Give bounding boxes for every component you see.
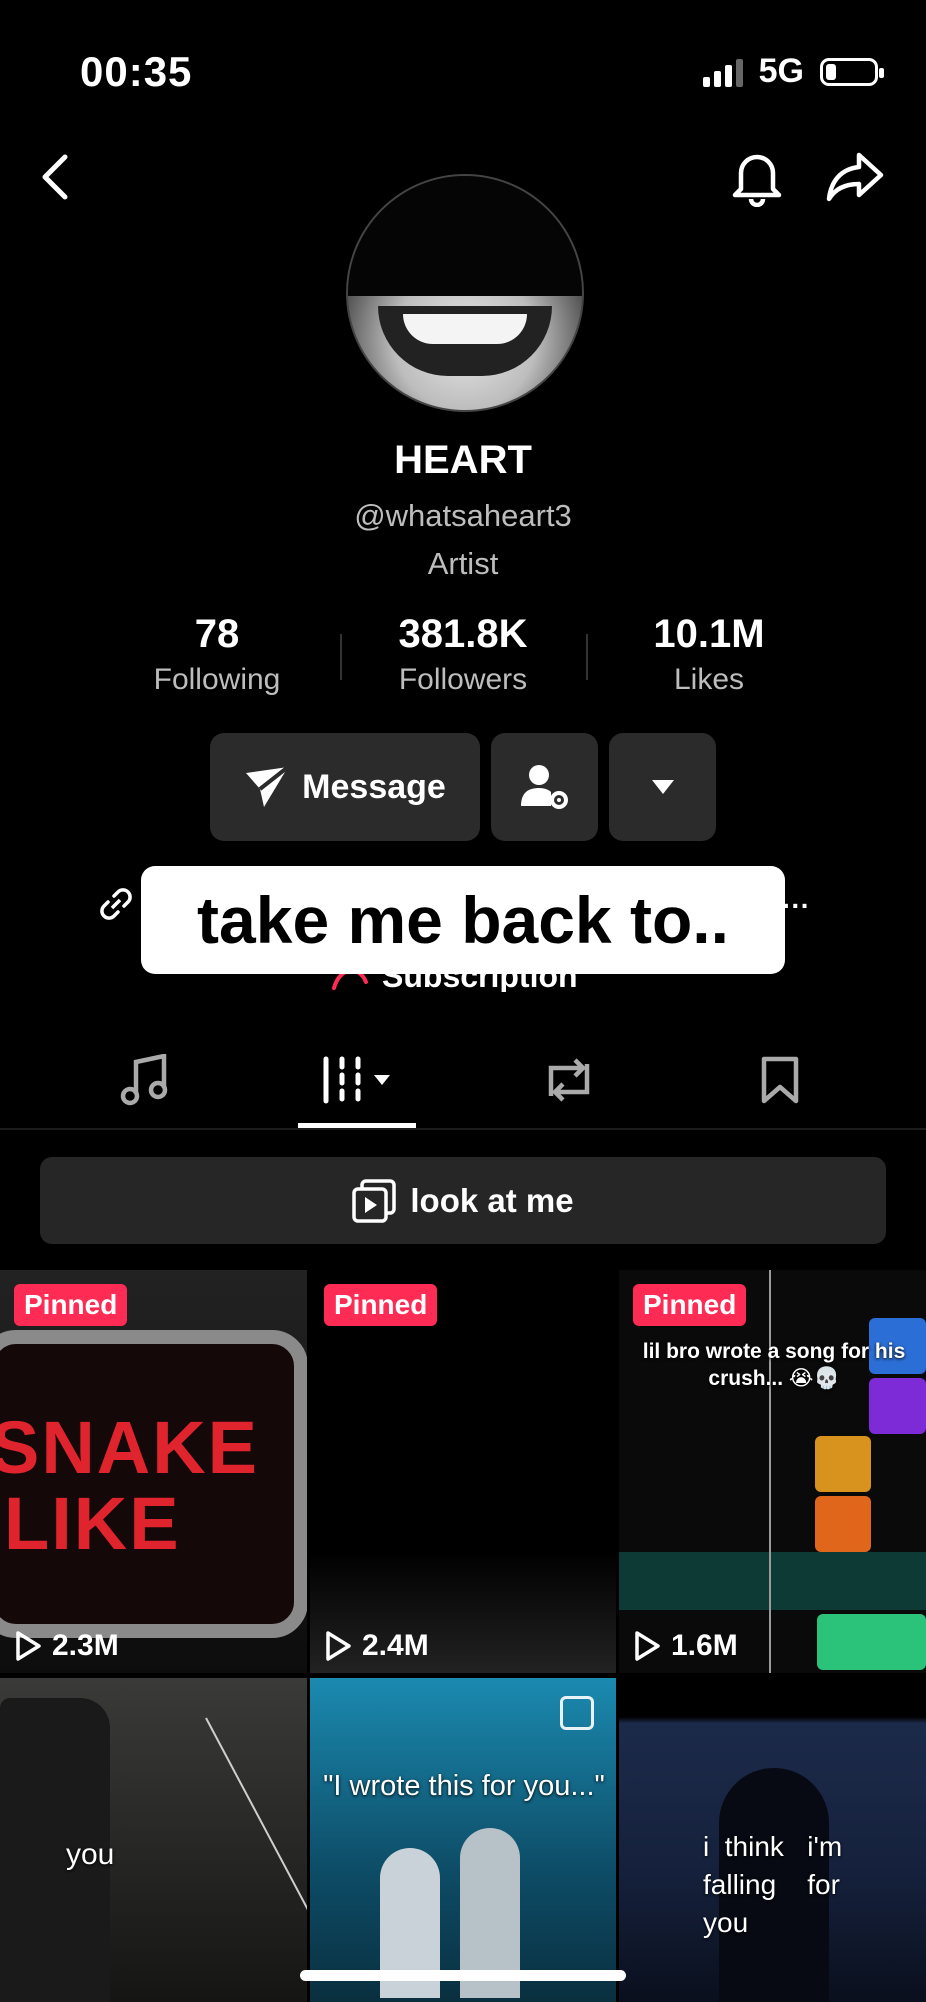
pinned-badge: Pinned bbox=[633, 1284, 747, 1326]
avatar[interactable] bbox=[346, 174, 584, 412]
tab-videos[interactable] bbox=[298, 1030, 418, 1130]
tab-saved[interactable] bbox=[720, 1030, 840, 1130]
profile-name: HEART bbox=[394, 438, 532, 482]
profile-handle: @whatsaheart3 bbox=[354, 498, 572, 533]
battery-icon bbox=[820, 57, 884, 86]
playlist-icon bbox=[352, 1178, 397, 1223]
tab-divider bbox=[0, 1128, 926, 1130]
video-tile[interactable]: you bbox=[0, 1678, 307, 2002]
pinned-badge: Pinned bbox=[14, 1284, 128, 1326]
triangle-down-icon bbox=[651, 780, 674, 794]
add-friend-settings-button[interactable] bbox=[491, 733, 598, 841]
video-overlay-text: i think i'm falling for you bbox=[703, 1831, 850, 1938]
status-time: 00:35 bbox=[80, 48, 193, 95]
video-tile[interactable]: i think i'm falling for you bbox=[619, 1678, 926, 2002]
caption-overlay: take me back to.. bbox=[141, 866, 785, 974]
signal-icon bbox=[702, 57, 743, 87]
bookmark-icon bbox=[761, 1056, 799, 1104]
stat-label: Followers bbox=[398, 663, 528, 696]
link-icon[interactable] bbox=[98, 886, 134, 927]
network-type: 5G bbox=[758, 52, 804, 90]
carousel-icon bbox=[560, 1696, 594, 1730]
tab-reposts[interactable] bbox=[509, 1030, 629, 1130]
stat-value: 10.1M bbox=[653, 612, 765, 656]
play-icon bbox=[635, 1631, 660, 1661]
pinned-badge: Pinned bbox=[324, 1284, 438, 1326]
stat-likes[interactable]: 10.1M Likes bbox=[589, 612, 829, 697]
profile-stats: 78 Following 381.8K Followers 10.1M Like… bbox=[0, 612, 926, 702]
stat-label: Following bbox=[153, 663, 281, 696]
playlist-button[interactable]: look at me bbox=[40, 1157, 886, 1244]
share-icon bbox=[826, 152, 884, 202]
back-button[interactable] bbox=[20, 142, 90, 212]
stat-value: 381.8K bbox=[398, 612, 528, 656]
message-button[interactable]: Message bbox=[210, 733, 480, 841]
stat-value: 78 bbox=[194, 612, 240, 656]
message-label: Message bbox=[302, 767, 446, 806]
view-count: 2.3M bbox=[14, 1629, 119, 1663]
stat-following[interactable]: 78 Following bbox=[97, 612, 337, 697]
status-indicators: 5G bbox=[702, 52, 884, 91]
music-note-icon bbox=[120, 1054, 168, 1106]
profile-category: Artist bbox=[427, 546, 499, 581]
home-indicator bbox=[300, 1970, 626, 1981]
more-dots-icon[interactable]: ··· bbox=[782, 890, 810, 922]
video-overlay-text: "I wrote this for you..." bbox=[323, 1770, 605, 1802]
playlist-label: look at me bbox=[410, 1181, 574, 1219]
repost-icon bbox=[548, 1058, 590, 1102]
active-tab-indicator bbox=[298, 1123, 416, 1128]
play-icon bbox=[326, 1631, 351, 1661]
grid-columns-icon bbox=[323, 1056, 390, 1104]
video-tile[interactable]: Pinned 2.4M bbox=[310, 1270, 616, 1673]
video-tile[interactable]: lil bro wrote a song for his crush... 😭💀… bbox=[619, 1270, 926, 1673]
view-count: 1.6M bbox=[633, 1629, 738, 1663]
send-icon bbox=[246, 765, 290, 807]
profile-tabs bbox=[0, 1030, 926, 1130]
play-icon bbox=[16, 1631, 41, 1661]
video-overlay-text: you bbox=[66, 1838, 115, 1871]
stat-followers[interactable]: 381.8K Followers bbox=[343, 612, 583, 697]
more-options-dropdown[interactable] bbox=[609, 733, 716, 841]
view-count: 2.4M bbox=[324, 1629, 429, 1663]
video-art-text: SNAKE LIKE bbox=[0, 1406, 260, 1565]
notification-bell-button[interactable] bbox=[722, 142, 792, 212]
bell-icon bbox=[732, 154, 782, 207]
tab-music[interactable] bbox=[84, 1030, 204, 1130]
chevron-left-icon bbox=[42, 154, 68, 200]
stat-label: Likes bbox=[673, 663, 745, 696]
user-gear-icon bbox=[520, 765, 568, 809]
video-overlay-text: lil bro wrote a song for his crush... 😭💀 bbox=[642, 1340, 906, 1390]
video-tile[interactable]: SNAKE LIKE Pinned 2.3M bbox=[0, 1270, 307, 1673]
video-tile[interactable]: "I wrote this for you..." bbox=[310, 1678, 616, 2002]
share-button[interactable] bbox=[820, 142, 890, 212]
